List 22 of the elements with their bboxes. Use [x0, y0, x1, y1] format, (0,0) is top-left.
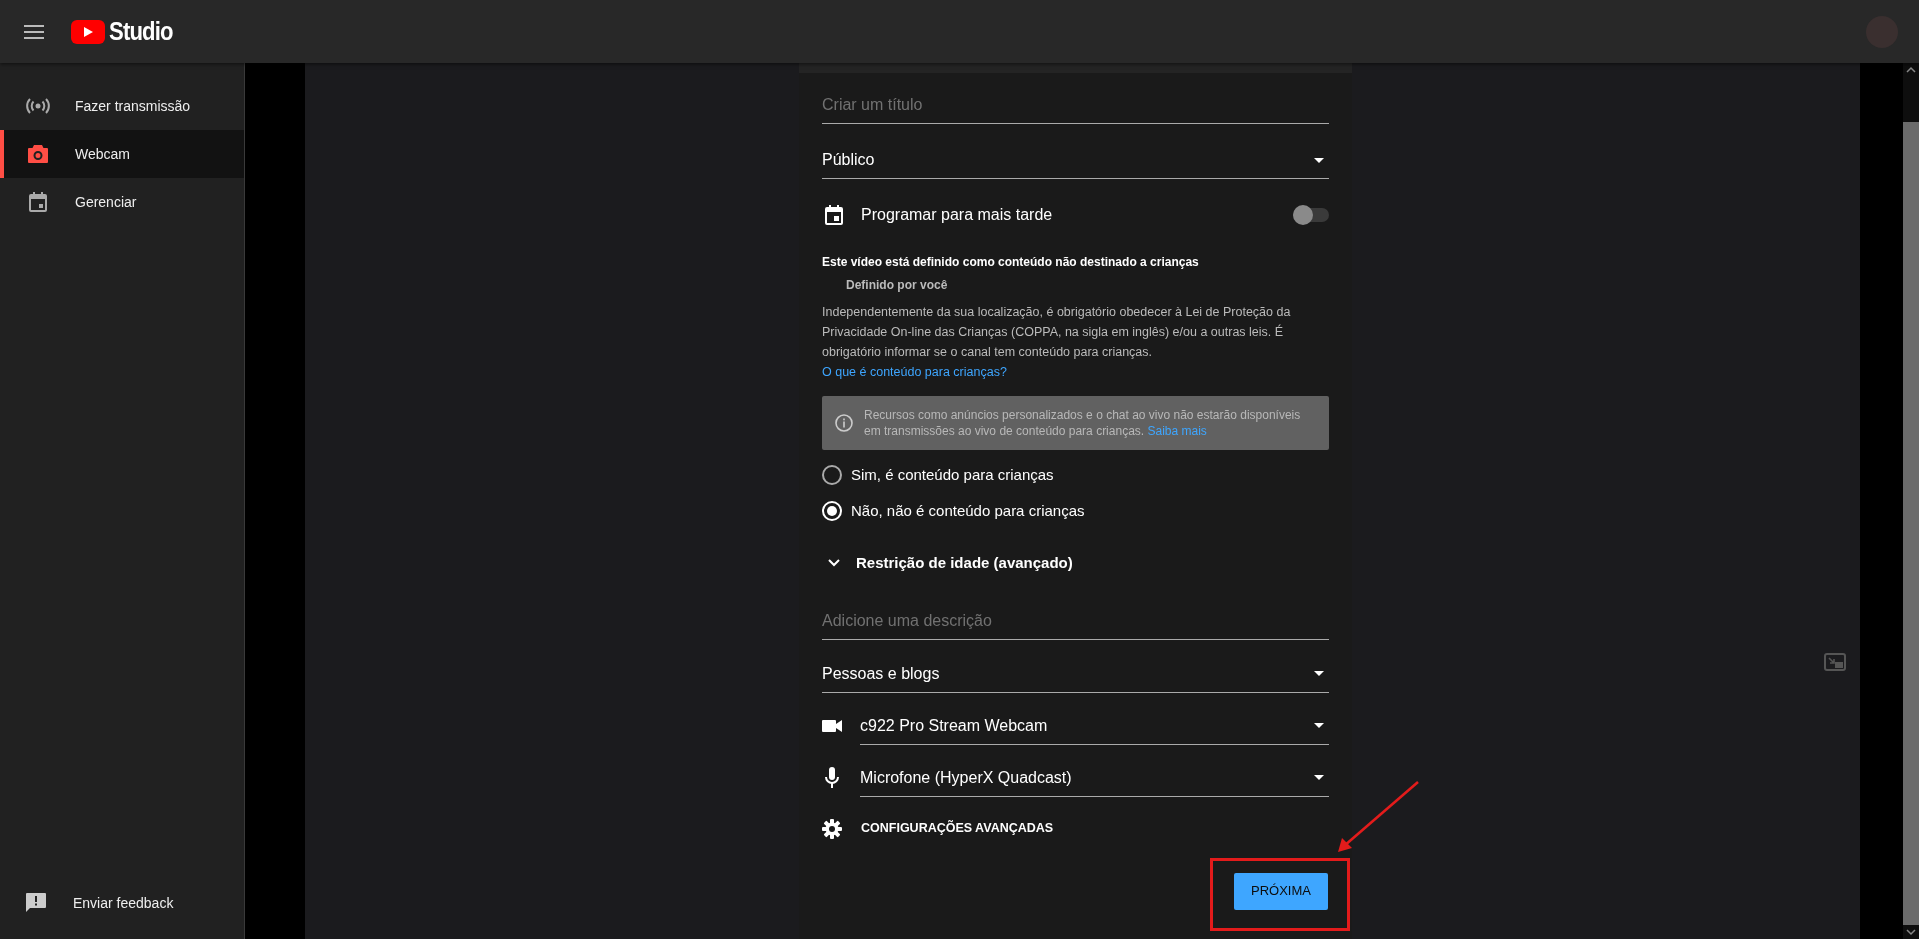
- schedule-label: Programar para mais tarde: [861, 205, 1054, 225]
- send-feedback-item[interactable]: Enviar feedback: [0, 879, 244, 927]
- sidebar-item[interactable]: Gerenciar: [0, 178, 244, 226]
- age-restriction-toggle[interactable]: Restrição de idade (avançado): [822, 552, 1073, 575]
- title-field[interactable]: Criar um título: [822, 93, 1329, 124]
- radio-option[interactable]: Não, não é conteúdo para crianças: [822, 499, 1329, 522]
- coppa-paragraph: Independentemente da sua localização, é obrigatório obedecer à Lei de Proteção da Privacidade On-line das Crianças (COPPA, na sigla em inglês) e/ou a outras leis. É obrigatório informar se o canal tem conteúdo para crianças. O que é conteúdo para crianças?: [822, 304, 1292, 381]
- visibility-dropdown[interactable]: Público: [822, 148, 1329, 179]
- microphone-dropdown[interactable]: Microfone (HyperX Quadcast): [860, 759, 1329, 797]
- camera-dropdown[interactable]: c922 Pro Stream Webcam: [860, 707, 1329, 745]
- sidebar-item[interactable]: Fazer transmissão: [0, 82, 244, 130]
- radio-option[interactable]: Sim, é conteúdo para crianças: [822, 464, 1329, 487]
- audience-heading: Este vídeo está definido como conteúdo não destinado a crianças: [822, 254, 1200, 271]
- category-dropdown[interactable]: Pessoas e blogs: [822, 661, 1329, 693]
- advanced-settings-button[interactable]: CONFIGURAÇÕES AVANÇADAS: [822, 818, 1054, 839]
- logo-text: Studio: [109, 15, 173, 48]
- notice-text: Recursos como anúncios personalizados e o chat ao vivo não estarão disponíveis em transmissões ao vivo de conteúdo para crianças. Saiba mais: [864, 407, 1302, 439]
- description-field[interactable]: Adicione uma descrição: [822, 608, 1329, 640]
- audience-subheading: Definido por você: [846, 277, 949, 294]
- next-button[interactable]: PRÓXIMA: [1234, 872, 1328, 910]
- sidebar-item[interactable]: Webcam: [0, 130, 244, 178]
- kids-content-link[interactable]: O que é conteúdo para crianças?: [822, 365, 1007, 379]
